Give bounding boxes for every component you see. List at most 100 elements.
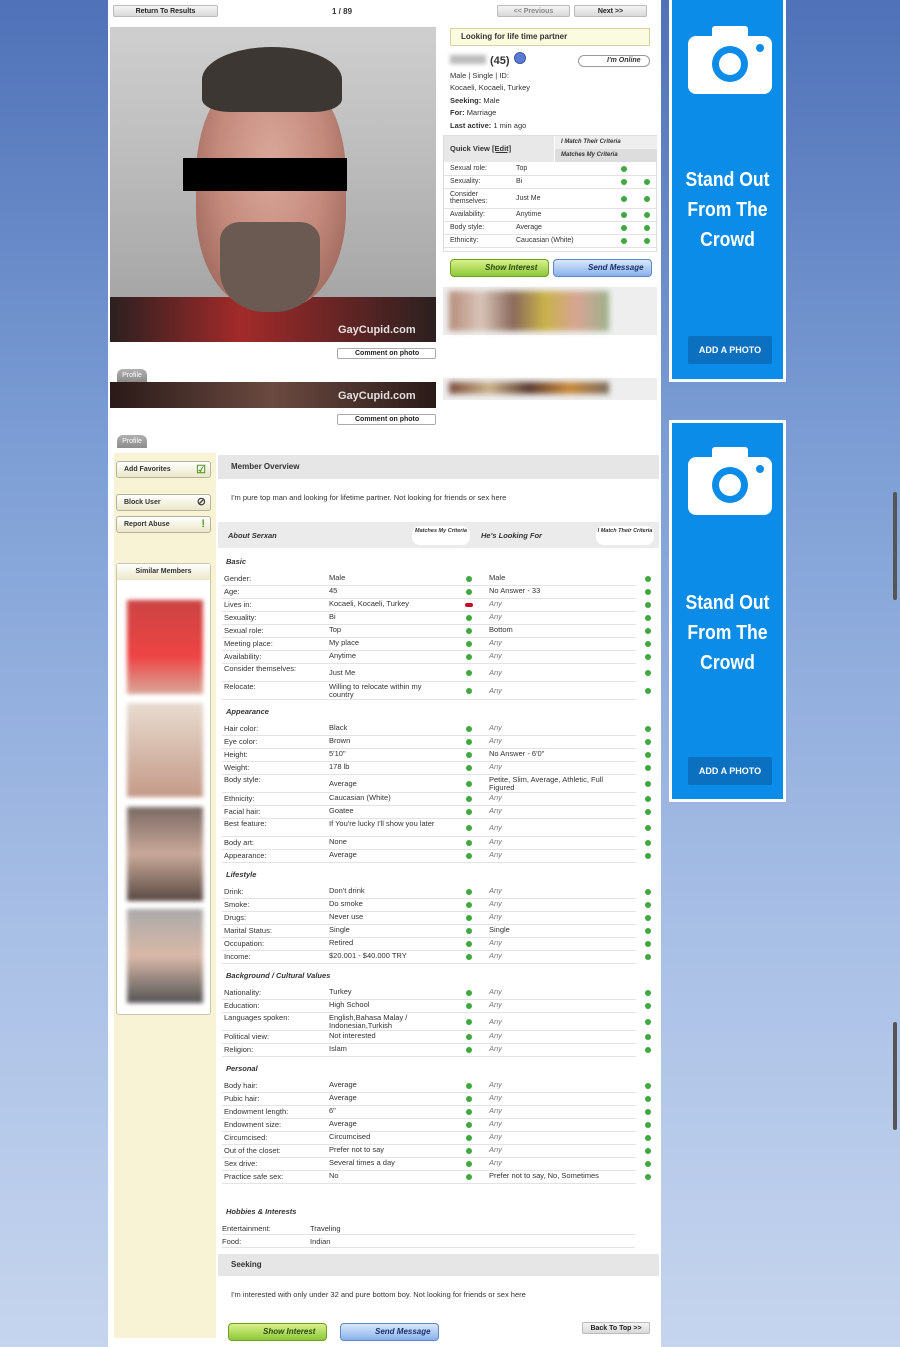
detail-value: Turkey	[329, 987, 352, 996]
detail-row: Consider themselves: Just Me Any	[222, 664, 651, 682]
detail-label: Circumcised:	[224, 1133, 268, 1142]
similar-member-thumb[interactable]	[127, 909, 203, 1003]
add-photo-button[interactable]: ADD A PHOTO	[688, 336, 772, 364]
match-indicator	[645, 576, 651, 582]
for-value: Marriage	[466, 108, 497, 117]
photo-counter: 1 / 89	[332, 7, 353, 16]
similar-member-thumb[interactable]	[127, 807, 203, 901]
quick-view-row: Ethnicity: Caucasian (White)	[444, 235, 657, 248]
detail-label: Eye color:	[224, 737, 258, 746]
detail-value: Prefer not to say	[329, 1145, 385, 1154]
photo-thumbnails-strip[interactable]	[443, 287, 657, 335]
quick-view-label: Availability:	[450, 211, 485, 218]
add-favorites-button[interactable]: Add Favorites ☑	[116, 461, 211, 478]
ad-line-3: Crowd	[700, 652, 755, 674]
match-indicator	[466, 641, 472, 647]
add-photo-button[interactable]: ADD A PHOTO	[688, 757, 772, 785]
detail-value: No	[329, 1171, 339, 1180]
detail-label: Nationality:	[224, 988, 262, 997]
back-to-top-button[interactable]: Back To Top >>	[582, 1322, 650, 1334]
left-sidebar: Add Favorites ☑ Block User ⊘ Report Abuse!…	[114, 453, 216, 1338]
detail-label: Education:	[224, 1001, 260, 1010]
photo-thumbnails-strip-2[interactable]	[443, 378, 657, 400]
quick-view-value: Just Me	[516, 195, 541, 202]
previous-button[interactable]: << Previous	[497, 5, 570, 17]
quick-view-panel: Quick View [Edit] I Match Their Criteria…	[443, 135, 657, 252]
member-overview-title: Member Overview	[218, 455, 659, 479]
similar-members-title: Similar Members	[117, 564, 210, 580]
detail-row: Hair color: Black Any	[222, 723, 651, 736]
match-indicator	[466, 781, 472, 787]
detail-label: Sexuality:	[224, 613, 257, 622]
ad-banner-2[interactable]: Stand Out From The Crowd ADD A PHOTO	[669, 420, 786, 802]
hobby-row: Entertainment: Traveling	[222, 1222, 635, 1235]
similar-member-thumb[interactable]	[127, 703, 203, 797]
match-indicator	[466, 688, 472, 694]
second-photo[interactable]: GayCupid.com	[110, 382, 436, 408]
show-interest-button[interactable]: Show Interest	[450, 259, 549, 277]
detail-row: Availability: Anytime Any	[222, 651, 651, 664]
looking-for-value: Any	[489, 723, 502, 732]
detail-label: Facial hair:	[224, 807, 261, 816]
quick-view-row: Sexual role: Top	[444, 163, 657, 176]
quick-view-edit-link[interactable]: [Edit]	[492, 144, 511, 153]
tab-profile-2[interactable]: Profile	[117, 435, 147, 448]
match-indicator	[645, 840, 651, 846]
comment-on-photo-button-2[interactable]: Comment on photo	[337, 414, 436, 425]
match-indicator	[645, 1161, 651, 1167]
ad-banner-1[interactable]: Stand Out From The Crowd ADD A PHOTO	[669, 0, 786, 382]
match-indicator	[466, 752, 472, 758]
profile-location: Kocaeli, Kocaeli, Turkey	[450, 83, 531, 92]
detail-row: Best feature: If You're lucky I'll show y…	[222, 819, 651, 837]
detail-row: Occupation: Retired Any	[222, 938, 651, 951]
scrollbar-thumb[interactable]	[893, 492, 897, 600]
match-indicator	[645, 628, 651, 634]
comment-on-photo-button[interactable]: Comment on photo	[337, 348, 436, 359]
looking-for-value: Any	[489, 806, 502, 815]
looking-for-value: Any	[489, 1158, 502, 1167]
match-indicator	[645, 726, 651, 732]
report-abuse-button[interactable]: Report Abuse!	[116, 516, 211, 533]
send-message-button-bottom[interactable]: Send Message	[340, 1323, 439, 1341]
send-message-button[interactable]: Send Message	[553, 259, 652, 277]
tab-profile[interactable]: Profile	[117, 369, 147, 382]
detail-row: Eye color: Brown Any	[222, 736, 651, 749]
match-indicator	[645, 1034, 651, 1040]
looking-for-value: Any	[489, 638, 502, 647]
match-indicator	[466, 765, 472, 771]
detail-label: Religion:	[224, 1045, 254, 1054]
quick-view-value: Top	[516, 165, 528, 172]
match-indicator	[466, 726, 472, 732]
looking-for-value: Any	[489, 912, 502, 921]
detail-label: Languages spoken:	[224, 1013, 290, 1022]
looking-for-value: Any	[489, 1119, 502, 1128]
hobbies-title: Hobbies & Interests	[226, 1207, 297, 1216]
detail-row: Income: $20.001 - $40.000 TRY Any	[222, 951, 651, 964]
match-indicator	[645, 752, 651, 758]
match-indicator	[645, 1148, 651, 1154]
detail-label: Age:	[224, 587, 240, 596]
ad-line-2: From The	[687, 199, 768, 221]
detail-row: Sex drive: Several times a day Any	[222, 1158, 651, 1171]
match-indicator	[466, 628, 472, 634]
main-photo[interactable]: GayCupid.com	[110, 27, 436, 342]
match-indicator	[466, 1003, 472, 1009]
scrollbar-thumb-2[interactable]	[893, 1022, 897, 1130]
quick-view-label: Ethnicity:	[450, 237, 479, 244]
detail-label: Drink:	[224, 887, 244, 896]
block-user-button[interactable]: Block User ⊘	[116, 494, 211, 511]
match-indicator	[466, 902, 472, 908]
return-to-results-button[interactable]: Return To Results	[113, 5, 218, 17]
detail-row: Drink: Don't drink Any	[222, 886, 651, 899]
detail-label: Body hair:	[224, 1081, 258, 1090]
looking-for-value: Prefer not to say, No, Sometimes	[489, 1171, 599, 1180]
detail-row: Languages spoken: English,Bahasa Malay / …	[222, 1013, 651, 1031]
next-button[interactable]: Next >>	[574, 5, 647, 17]
matches-my-criteria-header: Matches My Criteria	[555, 149, 657, 162]
detail-row: Drugs: Never use Any	[222, 912, 651, 925]
quick-view-label: Sexuality:	[450, 178, 481, 185]
similar-member-thumb[interactable]	[127, 600, 203, 694]
looking-for-value: Any	[489, 823, 502, 832]
looking-for-value: Any	[489, 850, 502, 859]
show-interest-button-bottom[interactable]: Show Interest	[228, 1323, 327, 1341]
